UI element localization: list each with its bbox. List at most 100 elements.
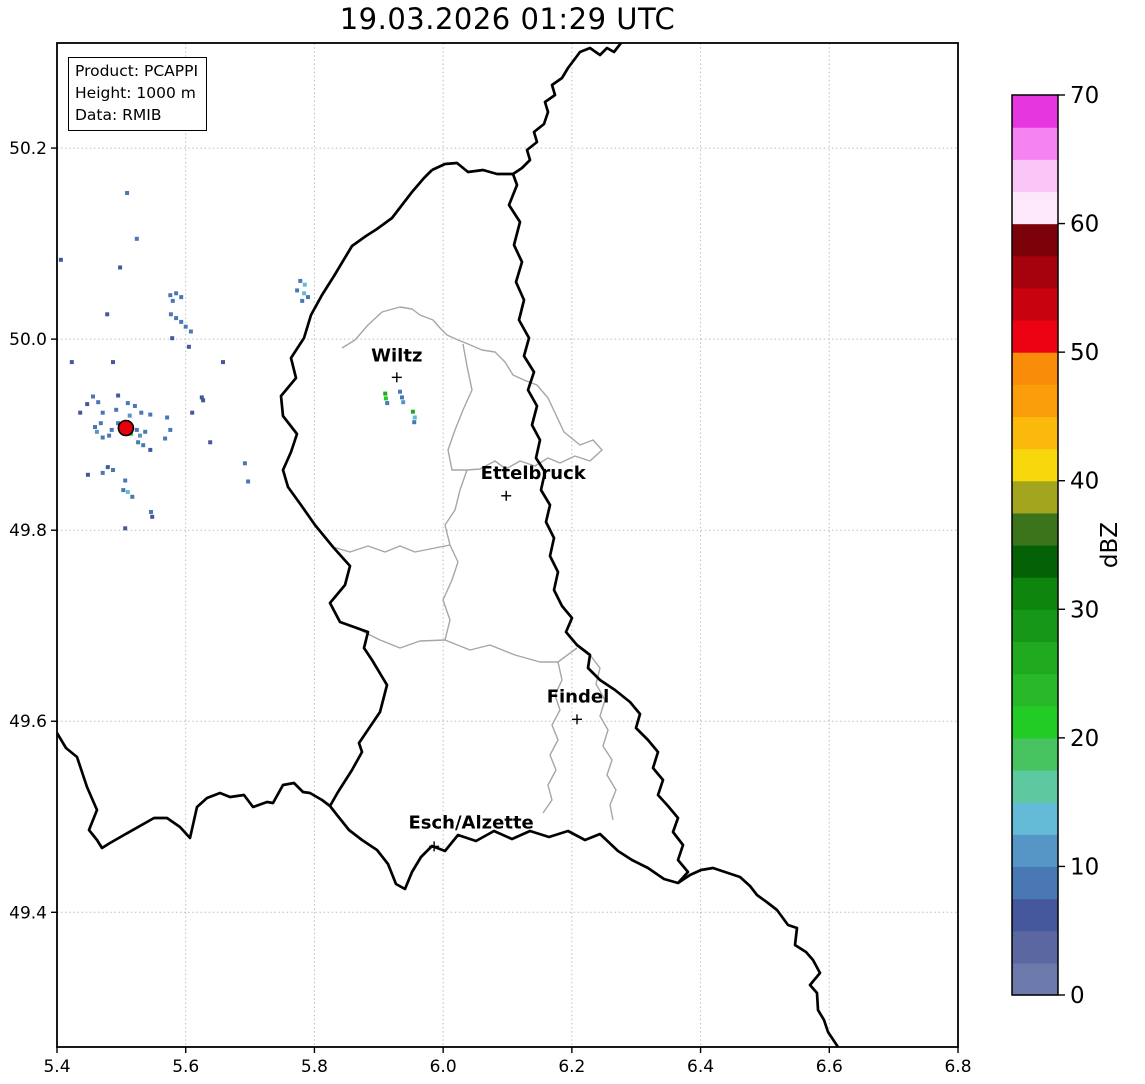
echo-pixel [100,410,105,415]
echo-pixel [91,394,95,399]
echo-pixel [132,404,137,408]
axis-ticks: 5.4 5.6 5.8 6.0 6.2 6.4 6.6 6.8 49.4 49.6 49.8 50.0… [9,139,971,1077]
echo-pixel [109,427,114,432]
colorbar-segment [1012,416,1058,450]
colorbar-tick-label: 0 [1070,983,1085,1009]
echo-pixel [168,293,173,298]
echo-pixel [300,298,305,303]
colorbar-segment [1012,191,1058,225]
colorbar-tick-label: 20 [1070,726,1099,752]
echo-pixel [179,319,184,324]
colorbar-segment [1012,287,1058,321]
plot-frame [56,42,959,1048]
x-tick-label: 6.6 [816,1057,843,1077]
colorbar-segment [1012,512,1058,546]
echo-pixel [138,433,142,438]
colorbar-segment [1012,223,1058,257]
colorbar-axis-label: dBZ [1097,522,1123,568]
x-tick-label: 5.8 [301,1057,328,1077]
colorbar-segment [1012,95,1058,128]
colorbar-segment [1012,545,1058,578]
echo-pixel [58,257,63,262]
echo-pixel [121,488,126,493]
echo-pixel [139,410,144,415]
colorbar-segment [1012,673,1058,707]
x-tick-label: 5.6 [172,1057,199,1077]
echo-pixel [98,421,103,426]
info-height-line: Height: 1000 m [75,84,196,102]
district-border [542,661,563,814]
colorbar-tick-label: 60 [1070,212,1099,238]
national-border [57,732,331,850]
echo-pixel [163,436,168,441]
info-product-line: Product: PCAPPI [75,62,199,80]
colorbar-segment [1012,705,1058,739]
district-border [332,544,451,553]
colorbar: 0 10 20 30 40 50 60 70 dBZ [1011,83,1123,1009]
colorbar-segment [1012,320,1058,353]
echo-pixel [111,360,115,365]
echo-pixel [174,316,179,321]
colorbar-segment [1012,480,1058,514]
radar-figure: 19.03.2026 01:29 UTC Product: PCAPPI Hei… [0,0,1145,1084]
x-tick-label: 6.2 [558,1057,585,1077]
echo-pixel [123,478,128,483]
echo-pixel [398,389,402,394]
colorbar-segment [1012,834,1058,868]
echo-pixel [148,447,153,452]
x-tick-label: 5.4 [43,1057,70,1077]
echo-pixel [118,265,123,270]
echo-pixel [125,490,130,494]
echo-pixel [136,440,141,445]
colorbar-segment [1012,255,1058,289]
echo-pixel [302,282,307,287]
echo-pixel [410,409,415,414]
x-tick-label: 6.8 [944,1057,971,1077]
district-border [442,343,473,641]
echo-pixel [199,395,204,400]
echo-pixel [221,360,225,365]
echo-pixel [412,420,417,425]
colorbar-segment [1012,159,1058,193]
echo-pixel [100,470,105,475]
echo-pixel [188,329,193,334]
echo-pixel [174,291,179,296]
echo-pixel [116,393,121,398]
map-layer [57,43,840,1047]
echo-pixel [170,298,175,303]
y-tick-label: 49.8 [9,521,47,541]
y-tick-label: 50.0 [9,330,47,350]
colorbar-segment [1012,930,1058,964]
echo-pixel [401,400,406,405]
echo-pixel [242,461,247,466]
colorbar-segment [1012,962,1058,996]
echo-pixel [93,425,97,429]
echo-pixel [143,429,148,434]
national-border [279,161,690,891]
echo-pixel [190,410,195,415]
colorbar-tick-label: 50 [1070,340,1099,366]
colorbar-segment [1012,384,1058,418]
city-label: Esch/Alzette [408,812,533,833]
echo-pixel [412,415,417,420]
colorbar-segment [1012,577,1058,610]
colorbar-segment [1012,737,1058,771]
city-labels: Wiltz Ettelbruck Findel Esch/Alzette [371,345,609,852]
echo-pixel [385,401,390,406]
echo-pixel [400,395,404,400]
echo-pixel [134,236,139,241]
echo-pixel [148,412,153,417]
echo-pixel [168,312,173,317]
colorbar-segment [1012,448,1058,482]
x-tick-label: 6.0 [430,1057,457,1077]
echo-pixel [85,472,90,477]
echo-pixel [383,396,388,401]
district-border [589,654,617,821]
echo-pixel [105,312,110,317]
echo-pixel [149,510,153,514]
national-border [677,866,840,1047]
colorbar-segment [1012,898,1058,932]
echo-pixel [168,427,173,432]
echo-pixel [111,468,115,472]
echo-pixel [165,415,170,420]
